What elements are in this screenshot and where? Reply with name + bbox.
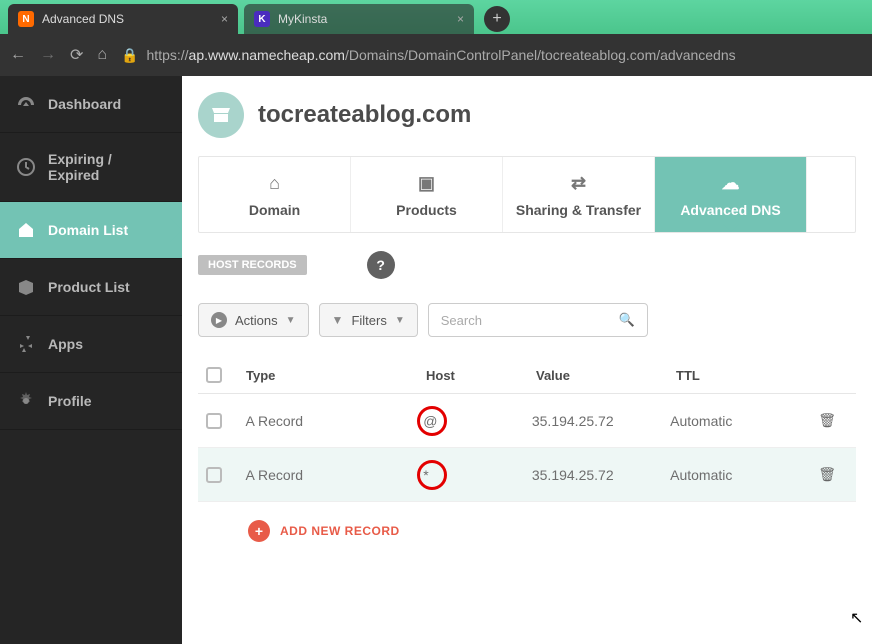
cell-type: A Record <box>246 413 424 429</box>
cell-host: @ <box>423 413 532 429</box>
table-row[interactable]: A Record * 35.194.25.72 Automatic 🗑 <box>198 448 856 502</box>
tab-title: Advanced DNS <box>42 12 124 26</box>
search-icon: 🔍 <box>619 312 635 328</box>
sidebar-item-label: Apps <box>48 336 83 352</box>
actions-dropdown[interactable]: ▶ Actions ▼ <box>198 303 309 337</box>
tab-domain[interactable]: ⌂ Domain <box>199 157 351 232</box>
cell-host: * <box>423 467 532 483</box>
favicon-mykinsta: K <box>254 11 270 27</box>
annotation-circle <box>417 460 447 490</box>
row-checkbox[interactable] <box>206 467 222 483</box>
table-header: Type Host Value TTL <box>198 357 856 394</box>
tab-spacer <box>807 157 855 232</box>
browser-tab-strip: N Advanced DNS × K MyKinsta × + <box>0 0 872 34</box>
sidebar-item-label: Expiring / Expired <box>48 151 166 183</box>
house-icon <box>16 220 36 240</box>
tab-label: Domain <box>249 202 300 218</box>
clock-icon <box>16 157 36 177</box>
filter-icon: ▼ <box>332 313 344 327</box>
sidebar-item-label: Profile <box>48 393 92 409</box>
home-icon[interactable]: ⌂ <box>97 46 107 64</box>
url-host: ap.www.namecheap.com <box>189 47 345 63</box>
cell-value: 35.194.25.72 <box>532 413 670 429</box>
chevron-down-icon: ▼ <box>286 315 296 326</box>
cursor-icon: ↖ <box>850 608 863 628</box>
sidebar-item-expiring[interactable]: Expiring / Expired <box>0 133 182 202</box>
address-bar: ← → ⟳ ⌂ 🔒 https://ap.www.namecheap.com/D… <box>0 34 872 76</box>
sidebar-item-product-list[interactable]: Product List <box>0 259 182 316</box>
apps-icon <box>16 334 36 354</box>
annotation-circle <box>417 406 447 436</box>
help-icon[interactable]: ? <box>367 251 395 279</box>
storefront-icon <box>198 92 244 138</box>
chevron-down-icon: ▼ <box>395 315 405 326</box>
box-icon: ▣ <box>418 173 435 194</box>
sidebar-item-domain-list[interactable]: Domain List <box>0 202 182 259</box>
tab-products[interactable]: ▣ Products <box>351 157 503 232</box>
reload-icon[interactable]: ⟳ <box>70 45 83 65</box>
new-tab-button[interactable]: + <box>484 6 510 32</box>
records-toolbar: ▶ Actions ▼ ▼ Filters ▼ Search 🔍 <box>198 303 856 337</box>
close-icon[interactable]: × <box>457 12 464 26</box>
domain-tabs: ⌂ Domain ▣ Products ⇄ Sharing & Transfer… <box>198 156 856 233</box>
browser-tab-active[interactable]: N Advanced DNS × <box>8 4 238 34</box>
tab-label: Advanced DNS <box>680 202 780 218</box>
url-path: /Domains/DomainControlPanel/tocreateablo… <box>345 47 736 63</box>
add-record-label: ADD NEW RECORD <box>280 524 400 538</box>
col-header-value: Value <box>536 368 676 383</box>
section-label: HOST RECORDS <box>198 255 307 275</box>
gauge-icon <box>16 94 36 114</box>
box-icon <box>16 277 36 297</box>
domain-name: tocreateablog.com <box>258 101 471 129</box>
close-icon[interactable]: × <box>221 12 228 26</box>
url-scheme: https:// <box>147 47 189 63</box>
cell-value: 35.194.25.72 <box>532 467 670 483</box>
col-header-host: Host <box>426 368 536 383</box>
tab-advanced-dns[interactable]: ☁ Advanced DNS <box>655 157 807 232</box>
add-new-record[interactable]: + ADD NEW RECORD <box>198 502 856 560</box>
col-header-type: Type <box>246 368 426 383</box>
col-header-ttl: TTL <box>676 368 826 383</box>
tab-label: Products <box>396 202 457 218</box>
url-display[interactable]: 🔒 https://ap.www.namecheap.com/Domains/D… <box>121 47 736 64</box>
lock-icon: 🔒 <box>121 47 138 64</box>
house-icon: ⌂ <box>269 173 280 194</box>
cell-ttl: Automatic <box>670 413 818 429</box>
domain-header: tocreateablog.com <box>198 92 856 138</box>
share-icon: ⇄ <box>571 173 586 194</box>
trash-icon[interactable]: 🗑 <box>818 412 836 428</box>
cell-ttl: Automatic <box>670 467 818 483</box>
row-checkbox[interactable] <box>206 413 222 429</box>
search-placeholder: Search <box>441 313 482 328</box>
sidebar-item-profile[interactable]: Profile <box>0 373 182 430</box>
back-icon[interactable]: ← <box>10 46 26 64</box>
sidebar-item-label: Product List <box>48 279 130 295</box>
tab-label: Sharing & Transfer <box>516 202 641 218</box>
forward-icon[interactable]: → <box>40 46 56 64</box>
sidebar-item-label: Domain List <box>48 222 128 238</box>
plus-icon: + <box>248 520 270 542</box>
sidebar: Dashboard Expiring / Expired Domain List… <box>0 76 182 644</box>
sidebar-item-label: Dashboard <box>48 96 121 112</box>
trash-icon[interactable]: 🗑 <box>818 466 836 482</box>
dns-icon: ☁ <box>722 173 740 194</box>
favicon-namecheap: N <box>18 11 34 27</box>
tab-sharing[interactable]: ⇄ Sharing & Transfer <box>503 157 655 232</box>
table-row[interactable]: A Record @ 35.194.25.72 Automatic 🗑 <box>198 394 856 448</box>
cell-type: A Record <box>246 467 424 483</box>
main-panel: tocreateablog.com ⌂ Domain ▣ Products ⇄ … <box>182 76 872 644</box>
sidebar-item-apps[interactable]: Apps <box>0 316 182 373</box>
filters-dropdown[interactable]: ▼ Filters ▼ <box>319 303 418 337</box>
actions-label: Actions <box>235 313 278 328</box>
gear-icon <box>16 391 36 411</box>
tab-title: MyKinsta <box>278 12 327 26</box>
play-icon: ▶ <box>211 312 227 328</box>
browser-tab-inactive[interactable]: K MyKinsta × <box>244 4 474 34</box>
select-all-checkbox[interactable] <box>206 367 222 383</box>
filters-label: Filters <box>351 313 386 328</box>
search-input[interactable]: Search 🔍 <box>428 303 648 337</box>
sidebar-item-dashboard[interactable]: Dashboard <box>0 76 182 133</box>
